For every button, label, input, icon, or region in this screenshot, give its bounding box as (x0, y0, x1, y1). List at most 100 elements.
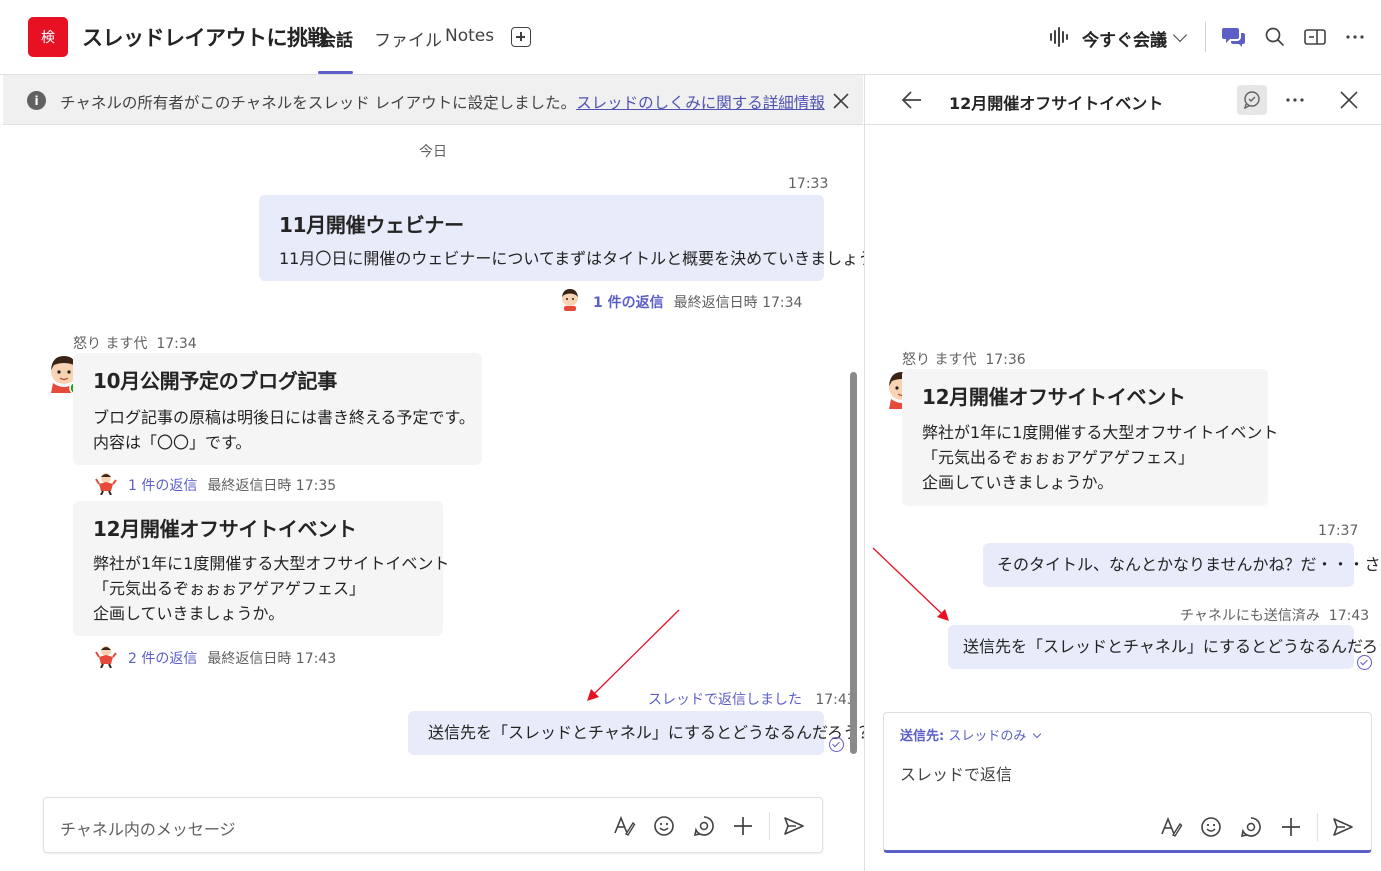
sender-name: 怒り ます代 (73, 336, 148, 352)
replier-avatar (95, 471, 117, 495)
sent-check-icon (1357, 655, 1372, 670)
emoji-icon[interactable] (652, 814, 676, 838)
tab-files[interactable]: ファイル (374, 26, 442, 51)
also-sent-to-channel-label: チャネルにも送信済み (1180, 608, 1320, 624)
reply-placeholder: スレッドで返信 (900, 765, 1013, 784)
replier-avatar (95, 644, 117, 668)
channel-conversation: 今日 17:33 11月開催ウェビナー 11月〇日に開催のウェビナーについてまず… (3, 125, 875, 871)
annotation-arrow (872, 547, 949, 621)
close-icon[interactable] (1340, 91, 1358, 109)
more-options-icon[interactable] (1342, 24, 1368, 50)
send-target-label: 送信先: (900, 729, 945, 744)
channel-title: スレッドレイアウトに挑戦 (82, 26, 329, 50)
post-blog[interactable]: 10月公開予定のブログ記事 ブログ記事の原稿は明後日には書き終える予定です。 内… (73, 353, 482, 465)
thread-reply-box[interactable]: 送信先: スレッドのみ スレッドで返信 (883, 712, 1372, 853)
reply-time: 17:37 (1318, 523, 1359, 539)
message-text: 送信先を「スレッドとチャネル」にするとどうなるんだろう？ (428, 723, 876, 742)
thread-root-sender: 怒り ます代 17:36 (902, 349, 1026, 369)
reply-summary: 2 件の返信 最終返信日時 17:43 (128, 648, 336, 668)
post-body-line: 内容は「〇〇」です。 (93, 433, 252, 452)
post-body-line: 弊社が1年に1度開催する大型オフサイトイベント (922, 423, 1279, 442)
reply-time: 17:43 (1328, 608, 1370, 624)
thread-panel: 12月開催オフサイトイベント 怒り ます代 17:36 12月開催オフサイトイベ… (864, 75, 1381, 871)
send-target-selector[interactable]: 送信先: スレッドのみ (900, 725, 1042, 744)
last-reply-time: 最終返信日時 17:35 (207, 478, 337, 494)
banner-text: チャネルの所有者がこのチャネルをスレッド レイアウトに設定しました。 (60, 94, 577, 112)
meet-now-button[interactable]: 今すぐ会議 (1082, 26, 1167, 51)
send-icon[interactable] (782, 814, 806, 838)
search-icon[interactable] (1262, 24, 1288, 50)
compose-placeholder: チャネル内のメッセージ (60, 820, 236, 839)
post-body-line: 「元気出るぞぉぉぉアゲアゲフェス」 (93, 579, 366, 598)
send-target-value: スレッドのみ (948, 729, 1027, 744)
post-webinar[interactable]: 11月開催ウェビナー 11月〇日に開催のウェビナーについてまずはタイトルと概要を… (259, 195, 874, 281)
post-title: 11月開催ウェビナー (279, 213, 464, 237)
side-panel-icon[interactable] (1302, 24, 1328, 50)
add-tab-icon[interactable] (511, 27, 531, 47)
channel-compose-box[interactable]: チャネル内のメッセージ (43, 797, 823, 853)
reply-status: チャネルにも送信済み 17:43 (1180, 605, 1369, 625)
post-title: 12月開催オフサイトイベント (922, 385, 1186, 409)
thread-panel-header: 12月開催オフサイトイベント (865, 75, 1381, 125)
scrollbar[interactable] (850, 372, 857, 754)
day-divider: 今日 (419, 144, 447, 160)
banner-learn-more-link[interactable]: スレッドのしくみに関する詳細情報 (576, 94, 825, 112)
add-icon[interactable] (1279, 815, 1303, 839)
replier-avatar (559, 287, 581, 311)
thread-root-post[interactable]: 12月開催オフサイトイベント 弊社が1年に1度開催する大型オフサイトイベント 「… (902, 369, 1278, 506)
last-reply-time: 最終返信日時 17:43 (207, 651, 337, 667)
compose-divider (1317, 813, 1318, 841)
message-status: スレッドで返信しました 17:43 (648, 689, 856, 709)
post-time: 17:33 (788, 176, 829, 192)
header-divider (1205, 22, 1206, 52)
chat-bubbles-icon[interactable] (1221, 24, 1247, 50)
post-time: 17:34 (156, 336, 197, 352)
post-body-line: 弊社が1年に1度開催する大型オフサイトイベント (93, 554, 450, 573)
active-tab-indicator (318, 71, 353, 74)
team-avatar[interactable]: 検 (28, 17, 68, 57)
chevron-down-icon (1033, 729, 1042, 739)
sent-check-icon (829, 737, 844, 752)
close-icon[interactable] (832, 92, 850, 110)
thread-reply[interactable]: 送信先を「スレッドとチャネル」にするとどうなるんだろう？ (948, 625, 1381, 669)
back-arrow-icon[interactable] (901, 89, 923, 111)
thread-layout-banner: i チャネルの所有者がこのチャネルをスレッド レイアウトに設定しました。スレッド… (3, 75, 863, 125)
post-offsite-event[interactable]: 12月開催オフサイトイベント 弊社が1年に1度開催する大型オフサイトイベント 「… (73, 501, 449, 636)
app-header: 検 スレッドレイアウトに挑戦 会話 ファイル Notes 今すぐ会議 (0, 0, 1381, 75)
post-title: 10月公開予定のブログ記事 (93, 369, 337, 393)
post-body-line: 企画していきましょうか。 (922, 473, 1114, 492)
message-text: そのタイトル、なんとかなりませんかね？だ・・・さ・・・ (997, 555, 1381, 574)
format-icon[interactable] (612, 814, 636, 838)
view-replies-link[interactable]: 1 件の返信 (593, 295, 664, 311)
sender-name: 怒り ます代 (902, 352, 977, 368)
tab-notes[interactable]: Notes (445, 26, 494, 46)
post-body-line: 「元気出るぞぉぉぉアゲアゲフェス」 (922, 448, 1195, 467)
format-icon[interactable] (1159, 815, 1183, 839)
tab-conversations[interactable]: 会話 (319, 26, 353, 51)
info-icon: i (27, 91, 46, 110)
post-sender: 怒り ます代 17:34 (73, 333, 197, 353)
more-options-icon[interactable] (1283, 89, 1307, 111)
post-body-line: 11月〇日に開催のウェビナーについてまずはタイトルと概要を決めていきましょう (279, 249, 875, 268)
reply-summary: 1 件の返信 最終返信日時 17:34 (593, 292, 802, 312)
loop-icon[interactable] (692, 814, 716, 838)
audio-wave-icon[interactable] (1050, 27, 1072, 47)
chevron-down-icon[interactable] (1172, 27, 1188, 43)
view-replies-link[interactable]: 2 件の返信 (128, 651, 197, 667)
send-icon[interactable] (1331, 815, 1355, 839)
thread-reply[interactable]: そのタイトル、なんとかなりませんかね？だ・・・さ・・・ (983, 543, 1381, 587)
last-reply-time: 最終返信日時 17:34 (673, 295, 803, 311)
loop-icon[interactable] (1239, 815, 1263, 839)
chat-icon (1243, 91, 1260, 110)
my-message[interactable]: 送信先を「スレッドとチャネル」にするとどうなるんだろう？ (408, 711, 875, 755)
reply-summary: 1 件の返信 最終返信日時 17:35 (128, 475, 336, 495)
open-chat-button[interactable] (1237, 85, 1267, 115)
message-text: 送信先を「スレッドとチャネル」にするとどうなるんだろう？ (963, 637, 1381, 656)
post-body-line: 企画していきましょうか。 (93, 604, 285, 623)
emoji-icon[interactable] (1199, 815, 1223, 839)
post-time: 17:36 (985, 352, 1026, 368)
view-replies-link[interactable]: 1 件の返信 (128, 478, 197, 494)
post-title: 12月開催オフサイトイベント (93, 517, 357, 541)
add-icon[interactable] (731, 814, 755, 838)
compose-divider (769, 812, 770, 840)
